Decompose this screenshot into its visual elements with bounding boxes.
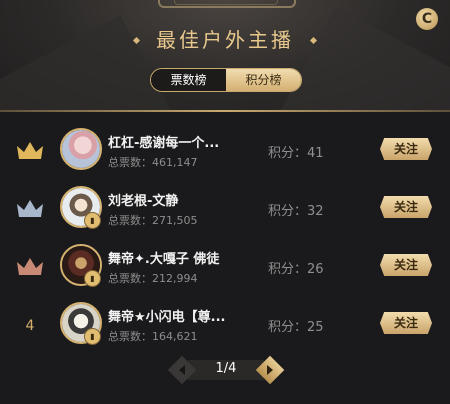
title-bar: 最佳户外主播: [0, 24, 450, 53]
points-value: 积分：25: [268, 320, 324, 335]
level-badge-icon: ▮: [84, 328, 101, 345]
rank-crown: [16, 256, 44, 280]
follow-button[interactable]: 关注: [380, 254, 432, 276]
follow-button[interactable]: 关注: [380, 196, 432, 218]
diamond-right-icon: [310, 36, 318, 45]
streamer-name[interactable]: 杠杠-感谢每一个...: [108, 132, 258, 151]
diamond-left-icon: [132, 36, 140, 45]
streamer-name[interactable]: 舞帝✦.大嘎子 佛徒: [108, 248, 258, 267]
list-item[interactable]: ▮ 舞帝✦.大嘎子 佛徒 总票数：212,994 积分：26 关注: [0, 242, 450, 298]
streamer-name[interactable]: 舞帝★小闪电【尊...: [108, 306, 258, 325]
follow-button[interactable]: 关注: [380, 312, 432, 334]
rank-number: 4: [25, 318, 35, 334]
pagination: 1/4: [167, 355, 285, 385]
gold-crown-icon: [16, 140, 44, 160]
vote-count: 总票数：212,994: [108, 272, 198, 285]
points-value: 积分：32: [268, 204, 324, 219]
points-value: 积分：26: [268, 262, 324, 277]
vote-count: 总票数：271,505: [108, 214, 198, 227]
page-indicator: 1/4: [215, 361, 237, 376]
vote-count: 总票数：164,621: [108, 330, 198, 343]
follow-button[interactable]: 关注: [380, 138, 432, 160]
bronze-crown-icon: [16, 256, 44, 276]
list-item[interactable]: 杠杠-感谢每一个... 总票数：461,147 积分：41 关注: [0, 126, 450, 182]
list-item[interactable]: ▮ 刘老根-文静 总票数：271,505 积分：32 关注: [0, 184, 450, 240]
chevron-left-icon: [179, 365, 185, 375]
tab-points[interactable]: 积分榜: [226, 69, 301, 91]
streamer-name[interactable]: 刘老根-文静: [108, 190, 258, 209]
divider: [0, 110, 450, 112]
vote-count: 总票数：461,147: [108, 156, 198, 169]
header: [0, 0, 450, 110]
refresh-icon[interactable]: C: [416, 8, 438, 30]
rank-crown: [16, 140, 44, 164]
top-notch-inner-decoration: [174, 0, 278, 5]
list-item[interactable]: 4 ▮ 舞帝★小闪电【尊... 总票数：164,621 积分：25 关注: [0, 300, 450, 356]
tab-votes[interactable]: 票数榜: [151, 69, 226, 91]
ranking-tabs: 票数榜 积分榜: [150, 68, 302, 92]
rank-crown: [16, 198, 44, 222]
page-title: 最佳户外主播: [156, 28, 294, 52]
points-value: 积分：41: [268, 146, 324, 161]
avatar[interactable]: [60, 128, 102, 170]
silver-crown-icon: [16, 198, 44, 218]
level-badge-icon: ▮: [84, 270, 101, 287]
level-badge-icon: ▮: [84, 212, 101, 229]
chevron-right-icon: [267, 365, 273, 375]
